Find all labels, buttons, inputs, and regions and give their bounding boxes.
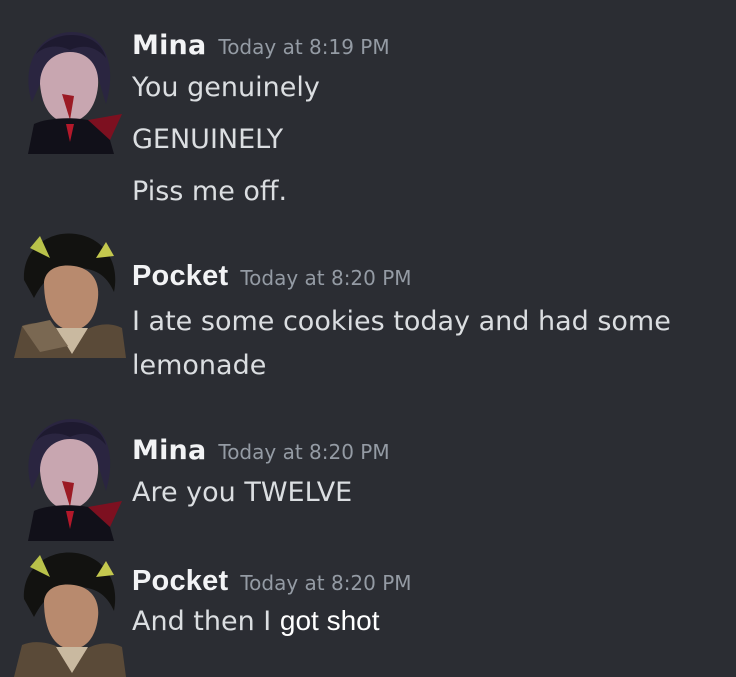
message-text-part: got shot [279,605,380,636]
message-group: Mina Today at 8:20 PM Are you TWELVE [0,395,736,541]
message-header: Pocket Today at 8:20 PM [132,565,412,598]
author-name[interactable]: Pocket [132,565,228,597]
message-group: Mina Today at 8:19 PM You genuinely GENUI… [0,0,736,220]
avatar-mina-image [10,24,126,154]
avatar-pocket-image [10,547,126,677]
timestamp: Today at 8:20 PM [240,571,412,595]
timestamp: Today at 8:20 PM [240,266,412,290]
avatar[interactable] [10,547,126,677]
message-group: Pocket Today at 8:20 PM I ate some cookie… [0,220,736,390]
avatar[interactable] [10,411,126,541]
author-name[interactable]: Pocket [132,260,228,292]
avatar-mina-image [10,411,126,541]
avatar-pocket-image [10,228,126,358]
avatar[interactable] [10,228,126,358]
message-text: You genuinely [132,72,320,103]
message-header: Mina Today at 8:19 PM [132,30,390,61]
timestamp: Today at 8:20 PM [218,440,390,464]
message-text: Piss me off. [132,176,288,207]
message-text-part: And then I [132,606,272,637]
message-text: lemonade [132,350,267,381]
author-name[interactable]: Mina [132,30,206,61]
message-text: And then I got shot [132,605,380,637]
avatar[interactable] [10,24,126,154]
message-header: Pocket Today at 8:20 PM [132,260,412,293]
message-group: Pocket Today at 8:20 PM And then I got sh… [0,535,736,677]
message-text: Are you TWELVE [132,477,353,508]
message-text: GENUINELY [132,124,284,155]
timestamp: Today at 8:19 PM [218,35,390,59]
message-header: Mina Today at 8:20 PM [132,435,390,466]
author-name[interactable]: Mina [132,435,206,466]
chat-log: Mina Today at 8:19 PM You genuinely GENUI… [0,0,736,677]
message-text: I ate some cookies today and had some [132,306,671,337]
